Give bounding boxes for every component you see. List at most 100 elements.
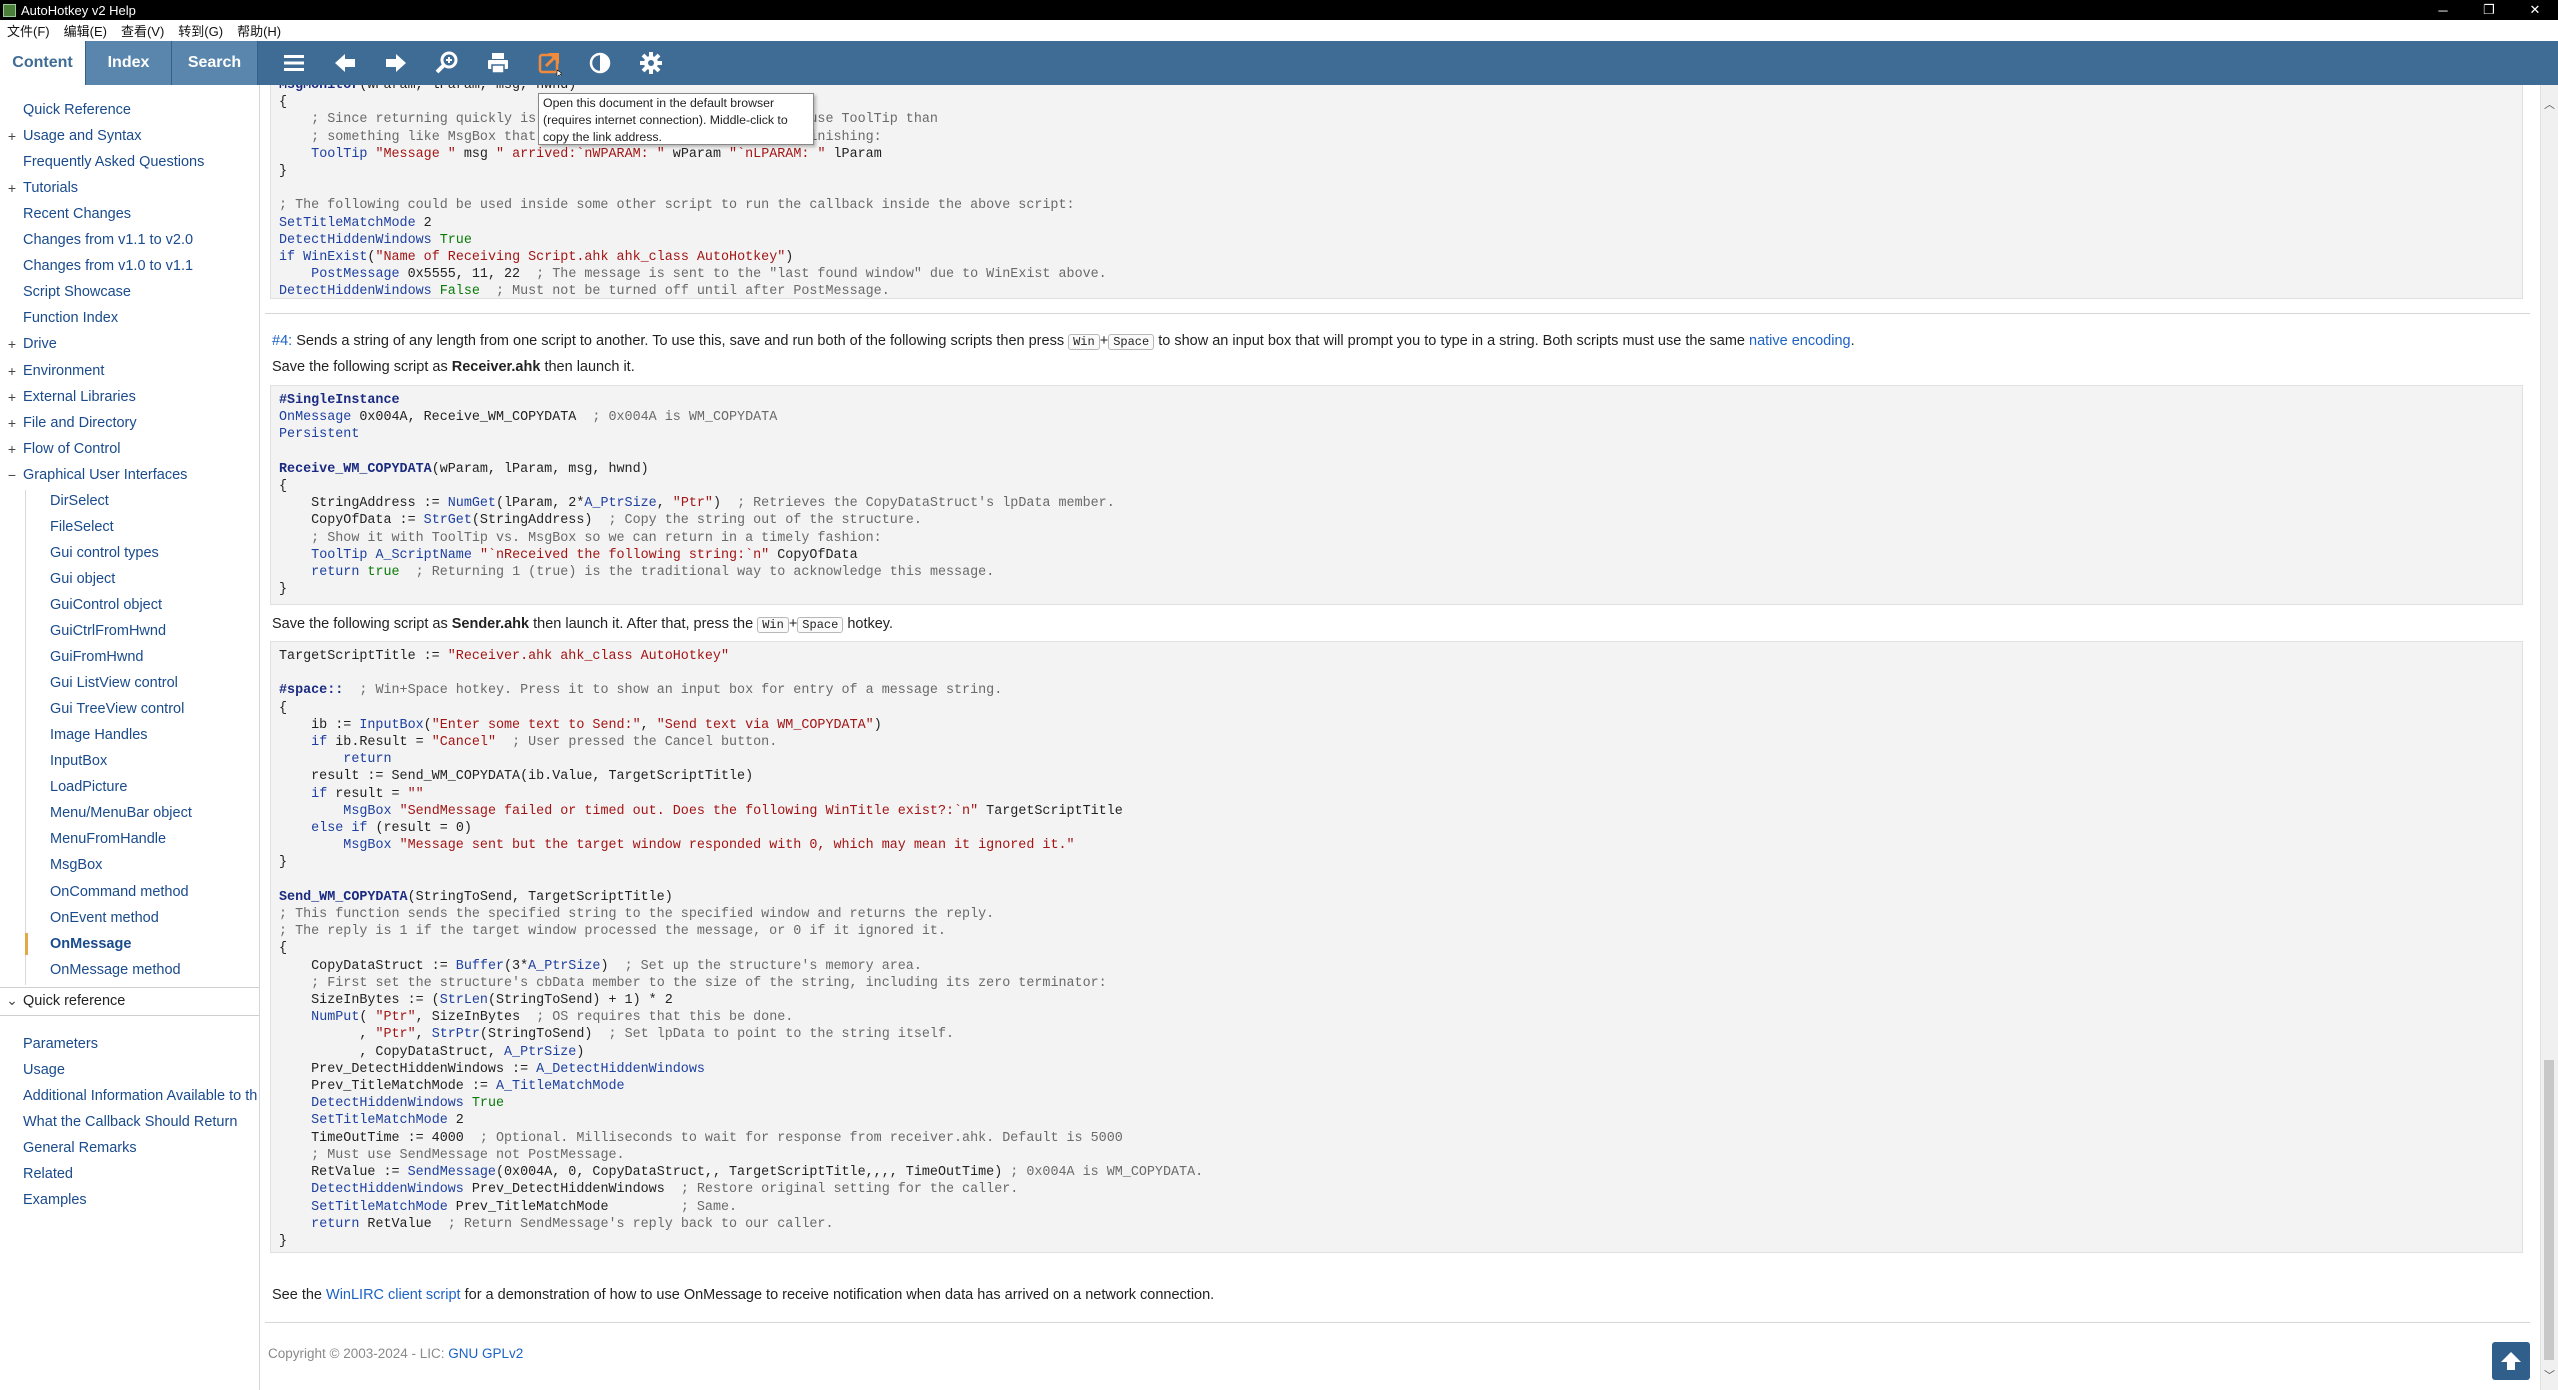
sidebar-item-quick-reference[interactable]: Quick Reference (0, 99, 131, 121)
expand-icon[interactable]: + (5, 336, 19, 352)
content-scrollbar[interactable]: ︿ ﹀ (2540, 85, 2558, 1390)
open-in-browser-icon[interactable] (523, 41, 574, 85)
scroll-up-icon[interactable]: ︿ (2541, 95, 2558, 112)
sidebar-item-label: DirSelect (50, 492, 109, 509)
example4-anchor[interactable]: #4: (272, 333, 292, 349)
sidebar-item-label: Changes from v1.1 to v2.0 (23, 232, 194, 249)
back-to-top-button[interactable] (2492, 1342, 2530, 1380)
menu-goto[interactable]: 转到(G) (171, 21, 230, 40)
expand-icon[interactable]: + (5, 363, 19, 379)
sidebar-item-frequently-asked-questions[interactable]: Frequently Asked Questions (0, 151, 204, 173)
sidebar-item-menu-menubar-object[interactable]: Menu/MenuBar object (0, 802, 192, 824)
quickref-item-additional-information-available-to-th[interactable]: Additional Information Available to th (0, 1085, 257, 1107)
sidebar-item-fileselect[interactable]: FileSelect (0, 516, 114, 538)
sidebar-item-onevent-method[interactable]: OnEvent method (0, 907, 159, 929)
sidebar-item-script-showcase[interactable]: Script Showcase (0, 281, 131, 303)
quickref-item-related[interactable]: Related (0, 1163, 73, 1185)
key-win: Win (757, 617, 789, 633)
sidebar-item-recent-changes[interactable]: Recent Changes (0, 203, 131, 225)
sidebar-item-inputbox[interactable]: InputBox (0, 750, 107, 772)
menu-icon[interactable] (268, 41, 319, 85)
restore-icon[interactable]: ❐ (2466, 0, 2512, 20)
window-title-bar: AutoHotkey v2 Help ─ ❐ ✕ (0, 0, 2558, 20)
sidebar-item-flow-of-control[interactable]: + Flow of Control (0, 438, 121, 460)
sidebar-item-usage-and-syntax[interactable]: + Usage and Syntax (0, 125, 142, 147)
sidebar-item-gui-object[interactable]: Gui object (0, 568, 115, 590)
scroll-down-icon[interactable]: ﹀ (2541, 1366, 2558, 1383)
sidebar-item-dirselect[interactable]: DirSelect (0, 490, 109, 512)
sidebar-item-label: Environment (23, 362, 105, 379)
sidebar-item-label: GuiControl object (50, 596, 163, 613)
scrollbar-thumb[interactable] (2544, 1060, 2554, 1360)
contrast-icon[interactable] (574, 41, 625, 85)
back-arrow-icon[interactable] (319, 41, 370, 85)
sidebar-item-onmessage[interactable]: OnMessage (0, 932, 132, 955)
footer-copyright: Copyright © 2003-2024 - LIC: GNU GPLv2 (268, 1346, 524, 1361)
sidebar-item-onmessage-method[interactable]: OnMessage method (0, 959, 181, 981)
quickref-item-general-remarks[interactable]: General Remarks (0, 1137, 137, 1159)
sidebar-item-label: Tutorials (23, 180, 79, 197)
window-title: AutoHotkey v2 Help (21, 2, 136, 18)
quickref-item-parameters[interactable]: Parameters (0, 1033, 98, 1055)
quickref-item-examples[interactable]: Examples (0, 1189, 87, 1211)
close-icon[interactable]: ✕ (2512, 0, 2558, 20)
sidebar-item-menufromhandle[interactable]: MenuFromHandle (0, 828, 166, 850)
app-icon (3, 3, 16, 17)
expand-icon[interactable]: + (5, 180, 19, 196)
sidebar-item-environment[interactable]: + Environment (0, 360, 105, 382)
sidebar-item-gui-listview-control[interactable]: Gui ListView control (0, 672, 178, 694)
sidebar-item-msgbox[interactable]: MsgBox (0, 854, 102, 876)
sidebar-divider (0, 986, 259, 988)
sidebar-item-label: File and Directory (23, 414, 137, 431)
menu-help[interactable]: 帮助(H) (230, 21, 288, 40)
forward-arrow-icon[interactable] (370, 41, 421, 85)
settings-icon[interactable] (625, 41, 676, 85)
license-link[interactable]: GNU GPLv2 (448, 1346, 523, 1361)
expand-icon[interactable]: + (5, 415, 19, 431)
sidebar-item-label: Usage and Syntax (23, 128, 142, 145)
menu-edit[interactable]: 编辑(E) (57, 21, 114, 40)
sidebar-item-drive[interactable]: + Drive (0, 333, 57, 355)
sidebar-item-guifromhwnd[interactable]: GuiFromHwnd (0, 646, 143, 668)
sidebar-item-function-index[interactable]: Function Index (0, 307, 118, 329)
sidebar-item-graphical-user-interfaces[interactable]: − Graphical User Interfaces (0, 464, 188, 486)
tab-content[interactable]: Content (0, 41, 86, 85)
native-encoding-link[interactable]: native encoding (1749, 333, 1851, 349)
chevron-down-icon[interactable]: ⌄ (5, 992, 19, 1009)
sidebar-item-label: FileSelect (50, 518, 114, 535)
sidebar-item-loadpicture[interactable]: LoadPicture (0, 776, 127, 798)
tab-index[interactable]: Index (86, 41, 172, 85)
sidebar-item-label: Changes from v1.0 to v1.1 (23, 258, 194, 275)
menu-view[interactable]: 查看(V) (114, 21, 171, 40)
code-block-sender: TargetScriptTitle := "Receiver.ahk ahk_c… (270, 641, 2523, 1253)
sidebar-item-external-libraries[interactable]: + External Libraries (0, 386, 136, 408)
print-icon[interactable] (472, 41, 523, 85)
expand-icon[interactable]: + (5, 441, 19, 457)
collapse-icon[interactable]: − (5, 467, 19, 483)
sidebar-item-image-handles[interactable]: Image Handles (0, 724, 148, 746)
sidebar-item-guicontrol-object[interactable]: GuiControl object (0, 594, 162, 616)
sidebar-item-tutorials[interactable]: + Tutorials (0, 177, 78, 199)
sidebar-item-file-and-directory[interactable]: + File and Directory (0, 412, 137, 434)
sidebar-item-guictrlfromhwnd[interactable]: GuiCtrlFromHwnd (0, 620, 166, 642)
toolbar-buttons (268, 41, 676, 85)
sidebar-item-label: Drive (23, 336, 57, 353)
sidebar-item-changes-from-v1-1-to-v2-0[interactable]: Changes from v1.1 to v2.0 (0, 229, 193, 251)
menu-bar: 文件(F) 编辑(E) 查看(V) 转到(G) 帮助(H) (0, 20, 2558, 42)
quickref-item-what-the-callback-should-return[interactable]: What the Callback Should Return (0, 1111, 237, 1133)
winlirc-link[interactable]: WinLIRC client script (326, 1287, 461, 1303)
menu-file[interactable]: 文件(F) (0, 21, 57, 40)
sidebar-item-gui-control-types[interactable]: Gui control types (0, 542, 159, 564)
key-space: Space (1108, 334, 1155, 350)
zoom-icon[interactable] (421, 41, 472, 85)
expand-icon[interactable]: + (5, 128, 19, 144)
example-separator (265, 313, 2530, 314)
sidebar-item-gui-treeview-control[interactable]: Gui TreeView control (0, 698, 184, 720)
quick-reference-header[interactable]: ⌄ Quick reference (0, 990, 125, 1012)
sidebar-item-changes-from-v1-0-to-v1-1[interactable]: Changes from v1.0 to v1.1 (0, 255, 193, 277)
minimize-icon[interactable]: ─ (2420, 0, 2466, 20)
tab-search[interactable]: Search (172, 41, 258, 85)
sidebar-item-oncommand-method[interactable]: OnCommand method (0, 881, 189, 903)
quickref-item-usage[interactable]: Usage (0, 1059, 65, 1081)
expand-icon[interactable]: + (5, 389, 19, 405)
